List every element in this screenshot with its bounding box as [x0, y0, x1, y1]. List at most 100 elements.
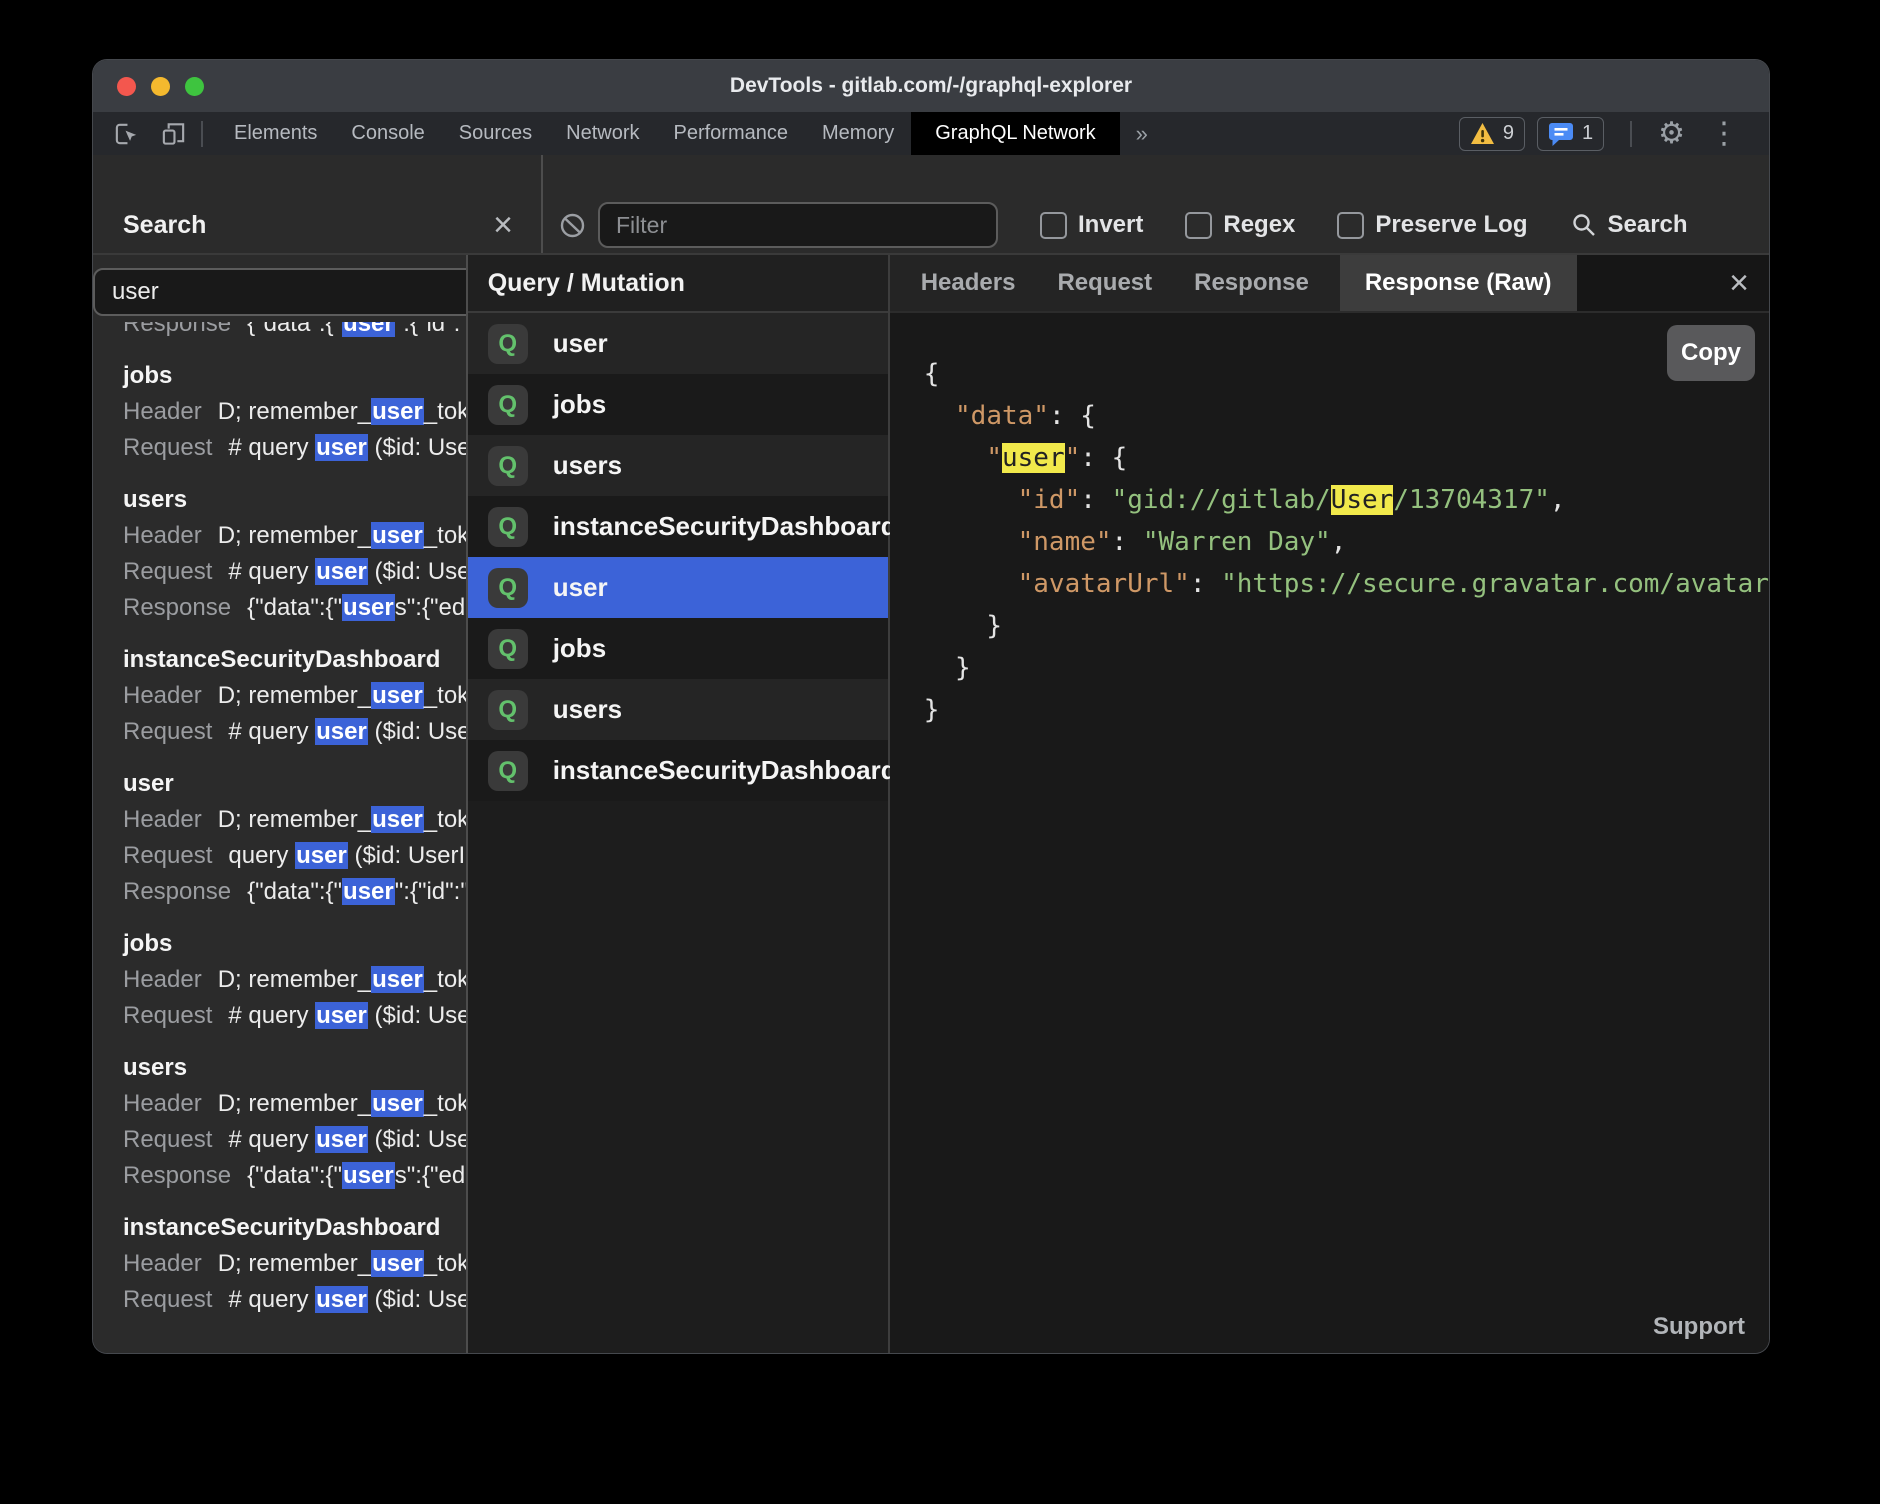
result-line-label: Header: [123, 1250, 202, 1277]
search-result-line[interactable]: HeaderD; remember_user_token=e: [123, 802, 466, 838]
close-window-button[interactable]: [117, 77, 136, 96]
search-result-line[interactable]: HeaderD; remember_user_token=e: [123, 962, 466, 998]
tab-headers[interactable]: Headers: [900, 255, 1037, 311]
result-line-label: Header: [123, 682, 202, 709]
match-highlight: user: [371, 682, 424, 709]
tab-response-raw[interactable]: Response (Raw): [1340, 255, 1577, 311]
query-type-badge: Q: [488, 751, 528, 791]
json-line: }: [924, 605, 1769, 647]
query-row-instancesecuritydashboard[interactable]: QinstanceSecurityDashboard: [468, 740, 888, 801]
result-text: ($id: UserI: [368, 1286, 466, 1313]
search-result-line[interactable]: Request# query user ($id: UserI: [123, 430, 466, 466]
query-type-badge: Q: [488, 446, 528, 486]
result-text: _token=e: [424, 1090, 466, 1117]
tab-memory[interactable]: Memory: [805, 112, 911, 155]
support-link[interactable]: Support: [1653, 1313, 1745, 1341]
invert-checkbox-box[interactable]: [1040, 212, 1067, 239]
search-result-line[interactable]: Request# query user ($id: UserI: [123, 998, 466, 1034]
search-result-line[interactable]: Request# query user ($id: UserI: [123, 554, 466, 590]
device-toolbar-icon[interactable]: [160, 120, 187, 147]
query-row-jobs[interactable]: Qjobs: [468, 618, 888, 679]
warnings-badge[interactable]: 9: [1459, 117, 1525, 151]
warning-count: 9: [1503, 122, 1514, 145]
result-line-label: Request: [123, 558, 212, 585]
search-result-group: instanceSecurityDashboardHeaderD; rememb…: [123, 1210, 466, 1318]
search-result-line[interactable]: Request# query user ($id: UserI: [123, 714, 466, 750]
search-result-group-title[interactable]: instanceSecurityDashboard: [123, 642, 466, 678]
json-line: "data": {: [924, 395, 1769, 437]
more-tabs-button[interactable]: »: [1120, 112, 1164, 155]
result-text: ($id: UserI: [368, 558, 466, 585]
tab-graphql-network[interactable]: GraphQL Network: [911, 112, 1119, 155]
search-result-group-title[interactable]: users: [123, 482, 466, 518]
menu-kebab-icon[interactable]: ⋮: [1697, 119, 1751, 149]
json-token: ": [1065, 443, 1081, 473]
minimize-window-button[interactable]: [151, 77, 170, 96]
search-result-group-title[interactable]: jobs: [123, 358, 466, 394]
close-detail-icon[interactable]: ×: [1709, 266, 1769, 300]
regex-checkbox-box[interactable]: [1185, 212, 1212, 239]
json-line: "id": "gid://gitlab/User/13704317",: [924, 479, 1769, 521]
invert-checkbox[interactable]: Invert: [1040, 211, 1143, 239]
json-line: "name": "Warren Day",: [924, 521, 1769, 563]
network-search-button[interactable]: Search: [1571, 211, 1687, 239]
search-result-line[interactable]: Requestquery user ($id: UserI: [123, 838, 466, 874]
tab-console[interactable]: Console: [334, 112, 441, 155]
clear-icon[interactable]: [559, 212, 586, 239]
tabbar-spacer: [1164, 112, 1459, 155]
search-result-group-title[interactable]: jobs: [123, 926, 466, 962]
result-text: ":{"id":"gid: [395, 878, 466, 905]
query-row-users[interactable]: Qusers: [468, 679, 888, 740]
search-result-line[interactable]: HeaderD; remember_user_token=e: [123, 394, 466, 430]
result-line-label: Response: [123, 322, 231, 337]
zoom-window-button[interactable]: [185, 77, 204, 96]
tab-request[interactable]: Request: [1036, 255, 1173, 311]
search-result-group-title[interactable]: user: [123, 766, 466, 802]
inspect-element-icon[interactable]: [113, 120, 140, 147]
tab-sources[interactable]: Sources: [442, 112, 549, 155]
search-result-line[interactable]: HeaderD; remember_user_token=e: [123, 678, 466, 714]
preserve-log-checkbox-box[interactable]: [1337, 212, 1364, 239]
search-result-line[interactable]: HeaderD; remember_user_token=e: [123, 1086, 466, 1122]
query-row-user[interactable]: Quser: [468, 313, 888, 374]
query-row-jobs[interactable]: Qjobs: [468, 374, 888, 435]
search-input[interactable]: [93, 268, 468, 316]
search-result-line[interactable]: Response{"data":{"user":{"id":"gid: [123, 874, 466, 910]
result-text: s":{"edges: [395, 1162, 466, 1189]
query-type-badge: Q: [488, 568, 528, 608]
tab-response[interactable]: Response: [1173, 255, 1330, 311]
search-result-group-title[interactable]: instanceSecurityDashboard: [123, 1210, 466, 1246]
regex-checkbox[interactable]: Regex: [1185, 211, 1295, 239]
search-result-line[interactable]: Response{"data":{"users":{"edges: [123, 1158, 466, 1194]
regex-checkbox-label: Regex: [1223, 211, 1295, 239]
filter-input[interactable]: [598, 202, 998, 248]
preserve-log-checkbox[interactable]: Preserve Log: [1337, 211, 1527, 239]
query-row-user[interactable]: Quser: [468, 557, 888, 618]
copy-button[interactable]: Copy: [1667, 325, 1755, 381]
query-row-users[interactable]: Qusers: [468, 435, 888, 496]
json-line: {: [924, 353, 1769, 395]
message-count: 1: [1582, 122, 1593, 145]
search-result-line[interactable]: Request# query user ($id: UserI: [123, 1282, 466, 1318]
search-result-line[interactable]: HeaderD; remember_user_token=e: [123, 1246, 466, 1282]
query-row-instancesecuritydashboard[interactable]: QinstanceSecurityDashboard: [468, 496, 888, 557]
tab-elements[interactable]: Elements: [217, 112, 334, 155]
tab-performance[interactable]: Performance: [657, 112, 806, 155]
result-text: # query: [228, 1286, 315, 1313]
json-token: :: [1080, 485, 1111, 515]
search-result-group-title[interactable]: users: [123, 1050, 466, 1086]
close-search-icon[interactable]: ×: [493, 208, 513, 242]
tabbar-right-icons: ⚙ ⋮: [1646, 112, 1769, 155]
tab-network[interactable]: Network: [549, 112, 656, 155]
search-result-line[interactable]: Response{"data":{"user":{"id":"gid: [123, 322, 466, 342]
messages-badge[interactable]: 1: [1537, 117, 1604, 151]
json-token: user: [1002, 443, 1065, 473]
match-highlight: user: [371, 1090, 424, 1117]
search-result-line[interactable]: Request# query user ($id: UserI: [123, 1122, 466, 1158]
json-token: /13704317": [1393, 485, 1550, 515]
preserve-log-checkbox-label: Preserve Log: [1375, 211, 1527, 239]
search-result-line[interactable]: Response{"data":{"users":{"edges: [123, 590, 466, 626]
search-result-line[interactable]: HeaderD; remember_user_token=e: [123, 518, 466, 554]
settings-gear-icon[interactable]: ⚙: [1646, 119, 1697, 149]
result-text: D; remember_: [218, 1090, 371, 1117]
